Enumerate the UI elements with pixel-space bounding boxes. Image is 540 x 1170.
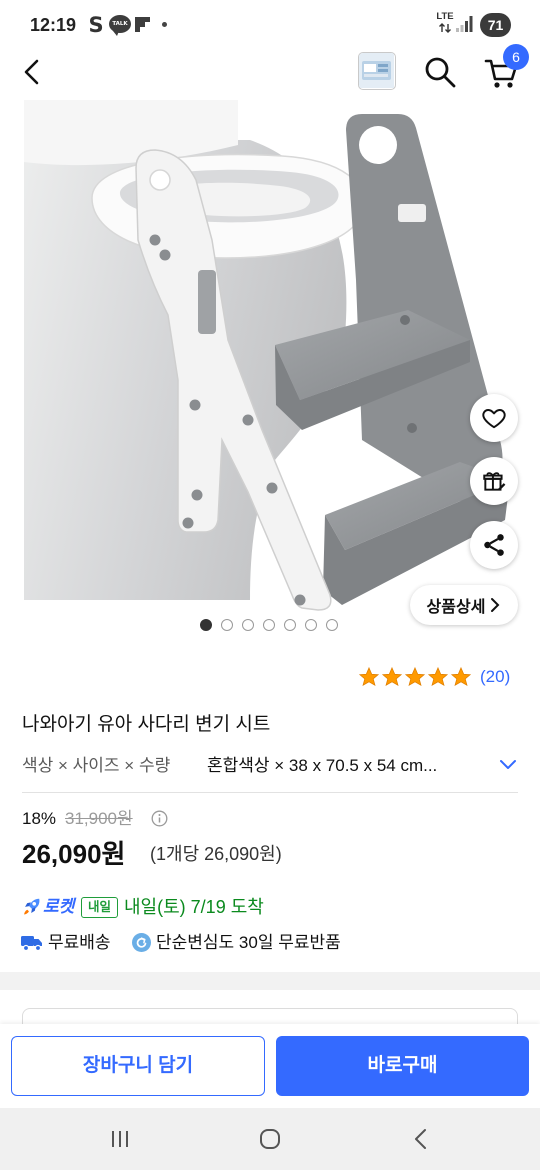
arrival-date: 내일(토) 7/19 도착	[124, 897, 264, 917]
carousel-dot[interactable]	[326, 619, 338, 631]
unit-price: (1개당 26,090원)	[150, 844, 282, 864]
potty-seat	[91, 153, 366, 259]
wishlist-button[interactable]	[470, 394, 518, 442]
tomorrow-badge: 내일	[81, 897, 118, 918]
signal-icon	[456, 16, 473, 32]
share-button[interactable]	[470, 521, 518, 569]
chevron-left-icon[interactable]	[18, 56, 46, 88]
rocket-icon	[24, 898, 40, 915]
option-label[interactable]: 색상 × 사이즈 × 수량	[22, 754, 170, 778]
chevron-down-icon[interactable]	[498, 756, 518, 774]
add-to-cart-button[interactable]: 장바구니 담기	[11, 1036, 265, 1096]
flipboard-icon	[135, 17, 150, 32]
rocket-delivery-label: 로켓	[43, 897, 75, 916]
product-detail-label: 상품상세	[426, 599, 486, 616]
divider	[22, 792, 518, 793]
carousel-dot[interactable]	[284, 619, 296, 631]
product-thumbnail[interactable]	[358, 52, 396, 90]
recent-apps-icon[interactable]	[108, 1127, 132, 1151]
gift-icon	[483, 472, 506, 491]
truck-icon	[21, 936, 42, 952]
lte-icon: LTE	[436, 11, 454, 37]
rating-star	[358, 666, 380, 687]
carousel-indicator	[200, 619, 338, 631]
chevron-right-icon	[491, 598, 500, 612]
carousel-dot[interactable]	[200, 619, 212, 631]
purchase-action-bar: 장바구니 담기 바로구매	[0, 1024, 540, 1108]
section-separator	[0, 972, 540, 990]
free-return-label: 단순변심도 30일 무료반품	[156, 933, 341, 952]
heart-icon	[482, 409, 506, 429]
kakaotalk-icon: TALK	[109, 15, 131, 36]
free-shipping-label: 무료배송	[48, 933, 111, 952]
cart-count-badge[interactable]: 6	[503, 44, 529, 70]
search-icon[interactable]	[422, 54, 458, 90]
samsung-icon: S	[88, 13, 104, 37]
carousel-dot[interactable]	[221, 619, 233, 631]
rating-star	[427, 666, 449, 687]
network-type: LTE	[436, 11, 454, 22]
carousel-dot[interactable]	[305, 619, 317, 631]
return-icon	[132, 933, 151, 952]
original-price: 31,900원	[65, 809, 133, 828]
review-count-link[interactable]: (20)	[480, 665, 510, 689]
star-rating[interactable]	[358, 666, 472, 688]
product-detail-button[interactable]: 상품상세	[410, 585, 518, 625]
gift-button[interactable]	[470, 457, 518, 505]
thumbnail-image	[359, 53, 394, 88]
rating-star	[450, 666, 472, 687]
system-navigation-bar	[0, 1108, 540, 1170]
home-icon[interactable]	[258, 1127, 282, 1151]
ladder-back-panel	[346, 114, 503, 508]
buy-now-button[interactable]: 바로구매	[276, 1036, 529, 1096]
sale-price: 26,090원	[22, 839, 126, 869]
discount-rate: 18%	[22, 809, 57, 828]
share-icon	[484, 534, 504, 556]
product-photo[interactable]	[0, 100, 540, 640]
info-icon[interactable]	[151, 810, 168, 827]
carousel-dot[interactable]	[263, 619, 275, 631]
status-time: 12:19	[30, 15, 77, 35]
notification-dot-icon	[162, 22, 167, 27]
battery-icon: 71	[480, 13, 511, 37]
data-arrows-icon	[439, 23, 451, 33]
option-value[interactable]: 혼합색상 × 38 x 70.5 x 54 cm...	[207, 754, 492, 778]
back-icon[interactable]	[410, 1127, 434, 1151]
rating-star	[404, 666, 426, 687]
carousel-dot[interactable]	[242, 619, 254, 631]
rating-star	[381, 666, 403, 687]
product-title: 나와아기 유아 사다리 변기 시트	[22, 714, 271, 735]
